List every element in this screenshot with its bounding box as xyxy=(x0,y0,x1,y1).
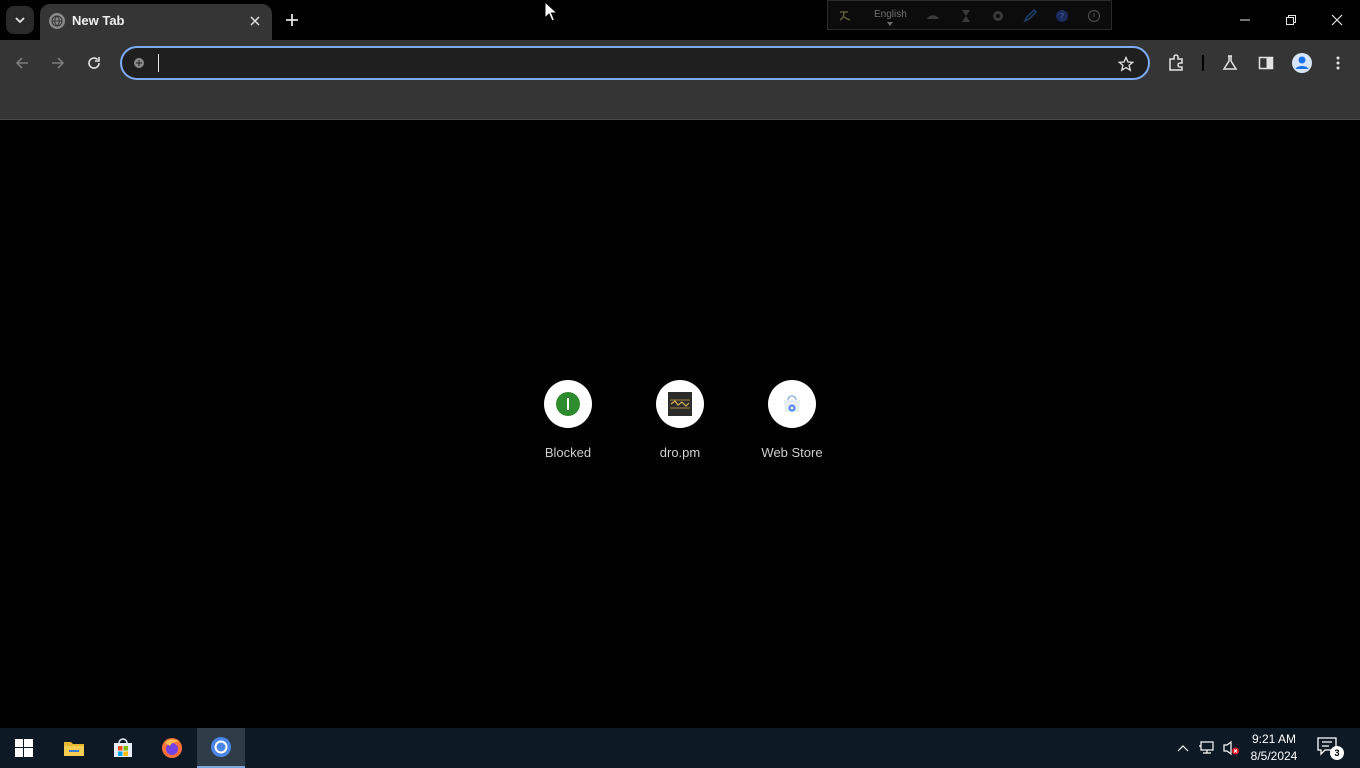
shortcut-web-store[interactable]: Web Store xyxy=(736,380,848,470)
labs-button[interactable] xyxy=(1216,49,1244,77)
hat-icon[interactable] xyxy=(926,9,940,23)
more-vertical-icon xyxy=(1336,56,1340,70)
tab-new-tab[interactable]: New Tab xyxy=(40,4,272,40)
start-button[interactable] xyxy=(0,728,48,768)
microsoft-store-icon xyxy=(114,738,132,757)
minimize-button[interactable] xyxy=(1222,0,1268,40)
start-windows-icon xyxy=(15,739,33,757)
blocked-green-icon xyxy=(556,392,580,416)
network-icon xyxy=(1199,741,1214,754)
volume-tray-button[interactable] xyxy=(1221,738,1241,758)
plus-icon xyxy=(286,14,298,26)
chevron-down-icon xyxy=(15,17,25,24)
network-tray-button[interactable] xyxy=(1197,738,1217,758)
new-tab-button[interactable] xyxy=(280,6,304,34)
restore-icon xyxy=(1286,15,1296,25)
web-store-icon xyxy=(784,395,800,412)
firefox-icon xyxy=(162,738,182,758)
browser-titlebar: New Tab English ? xyxy=(0,0,1360,40)
reload-icon xyxy=(88,57,100,69)
hourglass-icon[interactable] xyxy=(959,9,973,23)
arrow-left-icon xyxy=(15,57,28,69)
close-icon xyxy=(1331,14,1343,26)
shortcut-tile[interactable] xyxy=(656,380,704,428)
dro-pm-site-icon xyxy=(668,392,692,416)
restore-button[interactable] xyxy=(1268,0,1314,40)
file-explorer-icon xyxy=(64,742,84,756)
side-panel-icon xyxy=(1258,56,1274,70)
chrome-icon xyxy=(211,737,231,757)
ime-language-label[interactable]: English xyxy=(874,9,907,20)
tab-title: New Tab xyxy=(72,13,125,28)
mouse-pointer-icon xyxy=(544,1,558,22)
back-button[interactable] xyxy=(8,49,36,77)
taskbar-microsoft-store[interactable] xyxy=(99,728,147,768)
shortcut-label: Web Store xyxy=(761,445,823,460)
arrow-right-icon xyxy=(52,57,65,69)
clock-date: 8/5/2024 xyxy=(1250,749,1298,763)
shortcut-label: Blocked xyxy=(544,445,592,460)
address-input[interactable] xyxy=(156,53,1106,73)
taskbar-chrome[interactable] xyxy=(197,728,245,768)
shortcut-tile[interactable] xyxy=(544,380,592,428)
shortcut-dro-pm[interactable]: dro.pm xyxy=(624,380,736,470)
extensions-button[interactable] xyxy=(1162,49,1190,77)
pen-icon[interactable] xyxy=(1023,9,1037,23)
volume-muted-icon xyxy=(1223,740,1239,756)
help-icon[interactable]: ? xyxy=(1055,9,1069,23)
puzzle-icon xyxy=(1169,54,1183,71)
windows-taskbar: 9:21 AM 8/5/2024 3 xyxy=(0,728,1360,768)
tab-close-button[interactable] xyxy=(246,12,264,30)
menu-button[interactable] xyxy=(1324,49,1352,77)
reload-button[interactable] xyxy=(80,49,108,77)
svg-text:?: ? xyxy=(1060,13,1065,23)
close-icon xyxy=(250,16,260,26)
toolbar-separator xyxy=(1202,55,1204,71)
shortcut-tile[interactable] xyxy=(768,380,816,428)
notification-count-badge: 3 xyxy=(1330,746,1344,760)
shortcut-blocked[interactable]: Blocked xyxy=(512,380,624,470)
caret-down-icon xyxy=(887,22,893,26)
profile-button[interactable] xyxy=(1288,49,1316,77)
bookmark-star-button[interactable] xyxy=(1116,54,1136,74)
gear-icon[interactable] xyxy=(991,9,1005,23)
show-hidden-icons-button[interactable] xyxy=(1173,738,1193,758)
bookmarks-bar xyxy=(0,86,1360,120)
new-tab-page: Blocked dro.pm Web Store xyxy=(0,121,1360,728)
clock-time: 9:21 AM xyxy=(1251,732,1297,746)
options-icon[interactable] xyxy=(1087,9,1101,23)
text-caret xyxy=(158,54,159,72)
tab-search-button[interactable] xyxy=(6,6,34,34)
side-panel-button[interactable] xyxy=(1252,49,1280,77)
close-window-button[interactable] xyxy=(1314,0,1360,40)
ime-language-bar: English ? xyxy=(827,0,1112,30)
avatar-icon xyxy=(1292,53,1312,73)
chevron-up-icon xyxy=(1177,745,1189,752)
flask-icon xyxy=(1222,55,1238,70)
taskbar-firefox[interactable] xyxy=(148,728,196,768)
ime-mode-icon[interactable] xyxy=(838,9,852,23)
address-bar[interactable] xyxy=(120,46,1150,80)
taskbar-file-explorer[interactable] xyxy=(50,728,98,768)
system-clock[interactable]: 9:21 AM 8/5/2024 xyxy=(1244,731,1304,765)
minimize-icon xyxy=(1240,19,1250,21)
shortcut-label: dro.pm xyxy=(659,445,701,460)
browser-toolbar xyxy=(0,40,1360,86)
search-engine-icon xyxy=(131,55,147,71)
forward-button[interactable] xyxy=(44,49,72,77)
globe-icon xyxy=(49,13,65,29)
star-icon xyxy=(1118,56,1134,72)
action-center-button[interactable]: 3 xyxy=(1316,736,1344,760)
